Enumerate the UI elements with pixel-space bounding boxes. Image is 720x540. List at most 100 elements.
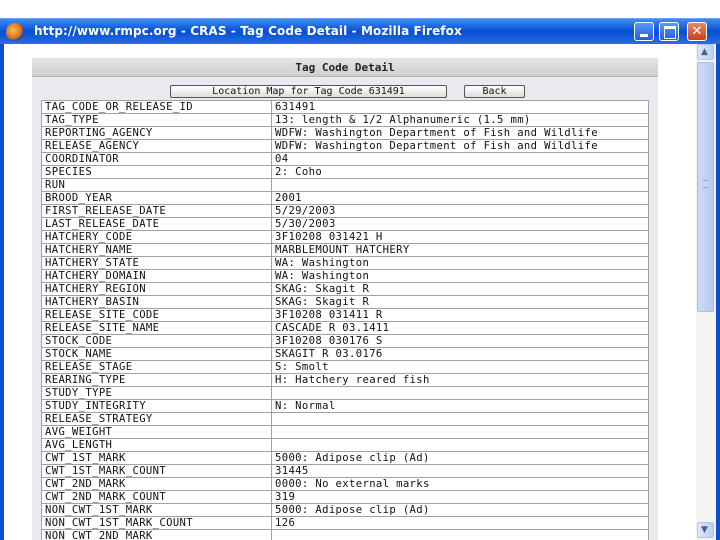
table-row: SPECIES 2: Coho (41, 165, 649, 179)
field-value-cell: 5000: Adipose clip (Ad) (271, 503, 649, 517)
field-value-cell (271, 412, 649, 426)
vertical-scrollbar[interactable]: ▲ ▼ (696, 44, 716, 540)
scroll-up-button[interactable]: ▲ (697, 44, 714, 60)
field-name-cell: AVG_LENGTH (41, 438, 272, 452)
field-value-cell: 0000: No external marks (271, 477, 649, 491)
table-row: TAG_CODE_OR_RELEASE_ID 631491 (41, 100, 649, 114)
field-value-cell: WDFW: Washington Department of Fish and … (271, 126, 649, 140)
field-value-cell: 631491 (271, 100, 649, 114)
field-value-cell: CASCADE R 03.1411 (271, 321, 649, 335)
field-value-cell: 5/30/2003 (271, 217, 649, 231)
field-name-cell: RELEASE_STAGE (41, 360, 272, 374)
field-name-cell: TAG_TYPE (41, 113, 272, 127)
table-row: HATCHERY_DOMAIN WA: Washington (41, 269, 649, 283)
close-icon: ✕ (691, 24, 703, 39)
table-row: REARING_TYPE H: Hatchery reared fish (41, 373, 649, 387)
field-value-cell: 2: Coho (271, 165, 649, 179)
close-button[interactable]: ✕ (687, 22, 707, 41)
field-value-cell: N: Normal (271, 399, 649, 413)
field-value-cell: 3F10208 030176 S (271, 334, 649, 348)
table-row: BROOD_YEAR 2001 (41, 191, 649, 205)
field-name-cell: CWT_1ST_MARK_COUNT (41, 464, 272, 478)
field-value-cell: SKAG: Skagit R (271, 282, 649, 296)
field-value-cell: WA: Washington (271, 269, 649, 283)
field-name-cell: HATCHERY_REGION (41, 282, 272, 296)
field-value-cell: 04 (271, 152, 649, 166)
window-title: http://www.rmpc.org - CRAS - Tag Code De… (34, 24, 462, 38)
field-name-cell: HATCHERY_STATE (41, 256, 272, 270)
field-name-cell: CWT_2ND_MARK (41, 477, 272, 491)
field-name-cell: STOCK_NAME (41, 347, 272, 361)
maximize-button[interactable] (659, 22, 679, 41)
field-name-cell: CWT_1ST_MARK (41, 451, 272, 465)
field-value-cell: WA: Washington (271, 256, 649, 270)
field-name-cell: RUN (41, 178, 272, 192)
chevron-up-icon: ▲ (701, 47, 708, 57)
field-name-cell: LAST_RELEASE_DATE (41, 217, 272, 231)
scrollbar-thumb[interactable] (697, 62, 714, 312)
table-row: HATCHERY_REGION SKAG: Skagit R (41, 282, 649, 296)
table-row: AVG_WEIGHT (41, 425, 649, 439)
field-name-cell: BROOD_YEAR (41, 191, 272, 205)
field-name-cell: FIRST_RELEASE_DATE (41, 204, 272, 218)
field-name-cell: RELEASE_SITE_CODE (41, 308, 272, 322)
table-row: HATCHERY_BASIN SKAG: Skagit R (41, 295, 649, 309)
table-row: STUDY_INTEGRITY N: Normal (41, 399, 649, 413)
field-value-cell (271, 529, 649, 540)
field-value-cell (271, 425, 649, 439)
table-row: HATCHERY_CODE 3F10208 031421 H (41, 230, 649, 244)
field-name-cell: HATCHERY_DOMAIN (41, 269, 272, 283)
minimize-button[interactable] (634, 22, 654, 41)
field-name-cell: CWT_2ND_MARK_COUNT (41, 490, 272, 504)
table-row: FIRST_RELEASE_DATE 5/29/2003 (41, 204, 649, 218)
table-row: CWT_2ND_MARK_COUNT 319 (41, 490, 649, 504)
table-row: RELEASE_STAGE S: Smolt (41, 360, 649, 374)
maximize-icon (664, 26, 676, 39)
field-name-cell: NON_CWT_1ST_MARK (41, 503, 272, 517)
field-value-cell: SKAG: Skagit R (271, 295, 649, 309)
table-row: AVG_LENGTH (41, 438, 649, 452)
table-row: NON_CWT_1ST_MARK 5000: Adipose clip (Ad) (41, 503, 649, 517)
field-name-cell: STUDY_INTEGRITY (41, 399, 272, 413)
field-value-cell: MARBLEMOUNT HATCHERY (271, 243, 649, 257)
field-value-cell: 5000: Adipose clip (Ad) (271, 451, 649, 465)
field-name-cell: RELEASE_AGENCY (41, 139, 272, 153)
firefox-icon (6, 23, 24, 41)
field-name-cell: AVG_WEIGHT (41, 425, 272, 439)
field-name-cell: HATCHERY_NAME (41, 243, 272, 257)
field-name-cell: TAG_CODE_OR_RELEASE_ID (41, 100, 272, 114)
field-value-cell (271, 178, 649, 192)
back-button[interactable]: Back (464, 85, 525, 98)
table-row: REPORTING_AGENCY WDFW: Washington Departm… (41, 126, 649, 140)
tag-code-detail-panel: Tag Code Detail Location Map for Tag Cod… (32, 58, 658, 540)
table-row: CWT_1ST_MARK_COUNT 31445 (41, 464, 649, 478)
field-name-cell: STOCK_CODE (41, 334, 272, 348)
table-row: STOCK_CODE 3F10208 030176 S (41, 334, 649, 348)
window-titlebar: http://www.rmpc.org - CRAS - Tag Code De… (0, 18, 720, 44)
table-row: STOCK_NAME SKAGIT R 03.0176 (41, 347, 649, 361)
field-name-cell: NON_CWT_1ST_MARK_COUNT (41, 516, 272, 530)
field-value-cell: 13: length & 1/2 Alphanumeric (1.5 mm) (271, 113, 649, 127)
field-name-cell: REARING_TYPE (41, 373, 272, 387)
field-value-cell (271, 438, 649, 452)
table-row: HATCHERY_NAME MARBLEMOUNT HATCHERY (41, 243, 649, 257)
table-row: CWT_2ND_MARK 0000: No external marks (41, 477, 649, 491)
field-name-cell: RELEASE_SITE_NAME (41, 321, 272, 335)
table-row: RELEASE_STRATEGY (41, 412, 649, 426)
chevron-down-icon: ▼ (701, 525, 708, 535)
location-map-button[interactable]: Location Map for Tag Code 631491 (170, 85, 447, 98)
table-row: RELEASE_SITE_CODE 3F10208 031411 R (41, 308, 649, 322)
field-value-cell: SKAGIT R 03.0176 (271, 347, 649, 361)
table-row: RELEASE_AGENCY WDFW: Washington Departmen… (41, 139, 649, 153)
table-row: NON_CWT_2ND_MARK (41, 529, 649, 540)
field-value-cell: 3F10208 031421 H (271, 230, 649, 244)
field-name-cell: STUDY_TYPE (41, 386, 272, 400)
field-value-cell: 3F10208 031411 R (271, 308, 649, 322)
minimize-icon (640, 34, 648, 37)
field-name-cell: HATCHERY_CODE (41, 230, 272, 244)
grip-icon (703, 180, 709, 188)
table-row: RUN (41, 178, 649, 192)
scroll-down-button[interactable]: ▼ (697, 522, 714, 538)
window-frame-right (716, 44, 720, 540)
table-row: RELEASE_SITE_NAME CASCADE R 03.1411 (41, 321, 649, 335)
